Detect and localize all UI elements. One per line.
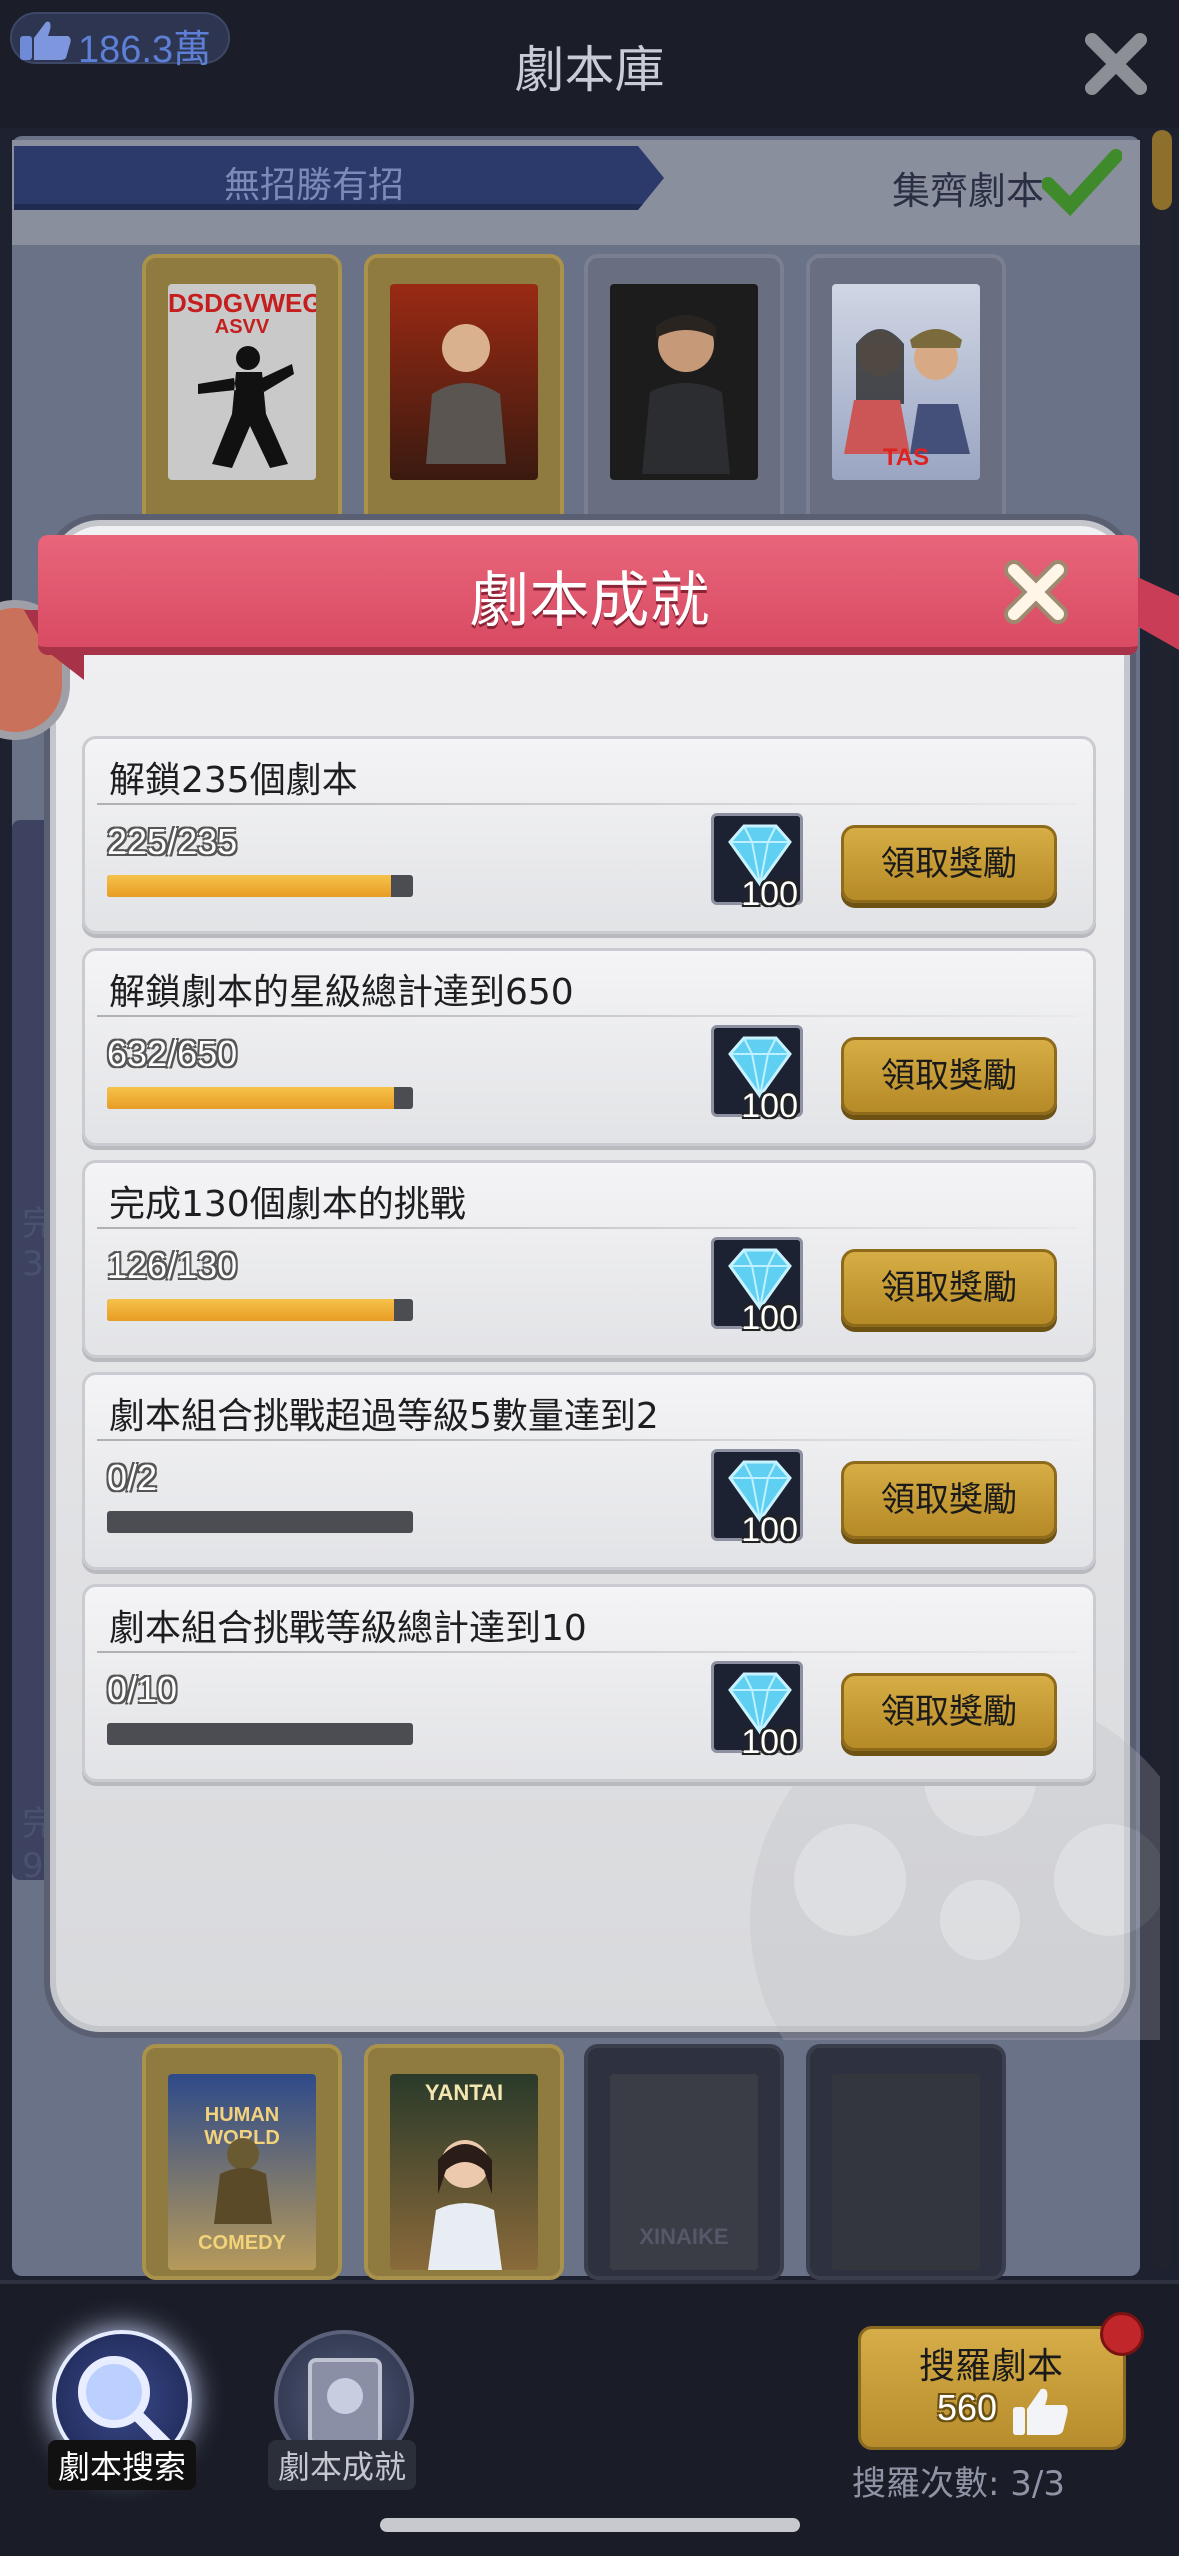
thumbs-up-icon <box>1011 2385 1071 2441</box>
achievement-row: 劇本組合挑戰等級總計達到10 0/10 100 領取獎勵 <box>82 1584 1096 1782</box>
reward-item: 100 <box>711 1661 803 1761</box>
martial-artist-silhouette <box>198 346 294 468</box>
top-bar: 186.3萬 劇本庫 <box>0 0 1179 128</box>
progress-fill <box>107 1087 404 1109</box>
progress-bar <box>107 875 413 897</box>
poster-title: DSDGVWEG <box>168 288 316 318</box>
section-ribbon: 無招勝有招 <box>14 146 664 210</box>
reward-item: 100 <box>711 813 803 913</box>
achievement-name: 解鎖劇本的星級總計達到650 <box>109 972 574 1013</box>
claim-reward-button[interactable]: 領取獎勵 <box>841 1037 1057 1115</box>
achievement-name: 完成130個劇本的挑戰 <box>109 1184 466 1225</box>
character-portrait <box>426 324 506 464</box>
close-icon[interactable] <box>1000 556 1072 628</box>
reward-count: 100 <box>741 875 798 913</box>
achievement-row: 劇本組合挑戰超過等級5數量達到2 0/2 100 領取獎勵 <box>82 1372 1096 1570</box>
script-card-locked[interactable]: XINAIKE <box>584 2044 784 2280</box>
achievement-row: 解鎖235個劇本 225/235 100 領取獎勵 <box>82 736 1096 934</box>
poster-title: YANTAI <box>424 2080 504 2105</box>
achievement-progress: 632/650 <box>107 1033 238 1074</box>
script-poster <box>832 2074 980 2270</box>
progress-fill <box>107 1299 404 1321</box>
poster-subtitle: COMEDY <box>198 2232 286 2254</box>
claim-reward-button[interactable]: 領取獎勵 <box>841 1673 1057 1751</box>
tab-search-label[interactable]: 劇本搜索 <box>48 2440 197 2490</box>
script-poster: TAS <box>832 284 980 480</box>
reward-item: 100 <box>711 1025 803 1125</box>
achievement-progress: 126/130 <box>107 1245 238 1286</box>
script-card[interactable] <box>364 254 564 554</box>
script-poster: XINAIKE <box>610 2074 758 2270</box>
achievement-name: 劇本組合挑戰超過等級5數量達到2 <box>109 1396 659 1437</box>
progress-bar <box>107 1723 413 1745</box>
poster-title: TAS <box>882 444 930 471</box>
script-poster: HUMAN WORLD COMEDY <box>168 2074 316 2270</box>
statue-figure <box>214 2138 272 2224</box>
script-poster: YANTAI <box>390 2074 538 2270</box>
search-cost: 560 <box>937 2387 998 2428</box>
reward-count: 100 <box>741 1087 798 1125</box>
poster-subtitle: ASVV <box>214 316 270 338</box>
achievement-progress: 0/2 <box>107 1457 158 1498</box>
poster-title: XINAIKE <box>639 2224 729 2249</box>
side-text: 9 <box>22 1846 44 1886</box>
character-portrait <box>428 2140 502 2270</box>
home-indicator[interactable] <box>380 2518 800 2532</box>
character-portrait <box>844 329 970 454</box>
script-card[interactable]: DSDGVWEG ASVV <box>142 254 342 554</box>
script-poster <box>610 284 758 480</box>
reward-item: 100 <box>711 1237 803 1337</box>
progress-fill <box>107 875 401 897</box>
notification-dot <box>1100 2312 1144 2356</box>
divider <box>97 1439 1077 1441</box>
claim-reward-button[interactable]: 領取獎勵 <box>841 825 1057 903</box>
library-row-strip <box>12 820 52 1880</box>
script-poster <box>390 284 538 480</box>
search-count: 搜羅次數: 3/3 <box>852 2464 1065 2504</box>
progress-bar <box>107 1087 413 1109</box>
scrollbar-thumb[interactable] <box>1152 130 1172 210</box>
progress-bar <box>107 1299 413 1321</box>
claim-reward-button[interactable]: 領取獎勵 <box>841 1461 1057 1539</box>
close-icon[interactable] <box>1080 28 1152 100</box>
achievement-row: 完成130個劇本的挑戰 126/130 100 領取獎勵 <box>82 1160 1096 1358</box>
page-title: 劇本庫 <box>514 41 665 99</box>
reward-count: 100 <box>741 1723 798 1761</box>
check-icon <box>1041 148 1123 222</box>
script-card[interactable]: TAS <box>806 254 1006 554</box>
divider <box>97 1651 1077 1653</box>
claim-reward-button[interactable]: 領取獎勵 <box>841 1249 1057 1327</box>
script-poster: DSDGVWEG ASVV <box>168 284 316 480</box>
reward-item: 100 <box>711 1449 803 1549</box>
divider <box>97 1015 1077 1017</box>
achievement-progress: 225/235 <box>107 821 238 862</box>
reward-count: 100 <box>741 1511 798 1549</box>
script-card-locked[interactable] <box>806 2044 1006 2280</box>
achievement-row: 解鎖劇本的星級總計達到650 632/650 100 領取獎勵 <box>82 948 1096 1146</box>
reward-count: 100 <box>741 1299 798 1337</box>
character-portrait <box>642 315 730 474</box>
script-card[interactable] <box>584 254 784 554</box>
section-title: 無招勝有招 <box>223 165 404 206</box>
achievement-name: 劇本組合挑戰等級總計達到10 <box>109 1608 587 1649</box>
divider <box>97 1227 1077 1229</box>
collect-label: 集齊劇本 <box>892 169 1045 213</box>
achievement-name: 解鎖235個劇本 <box>109 760 358 801</box>
search-scripts-button[interactable]: 搜羅劇本 560 <box>858 2326 1126 2450</box>
achievement-progress: 0/10 <box>107 1669 178 1710</box>
side-text: 3 <box>22 1244 44 1284</box>
search-button-label: 搜羅劇本 <box>918 2346 1063 2387</box>
script-card[interactable]: YANTAI <box>364 2044 564 2280</box>
script-card[interactable]: HUMAN WORLD COMEDY <box>142 2044 342 2280</box>
tab-achievements-label[interactable]: 劇本成就 <box>268 2440 417 2490</box>
divider <box>97 803 1077 805</box>
progress-bar <box>107 1511 413 1533</box>
